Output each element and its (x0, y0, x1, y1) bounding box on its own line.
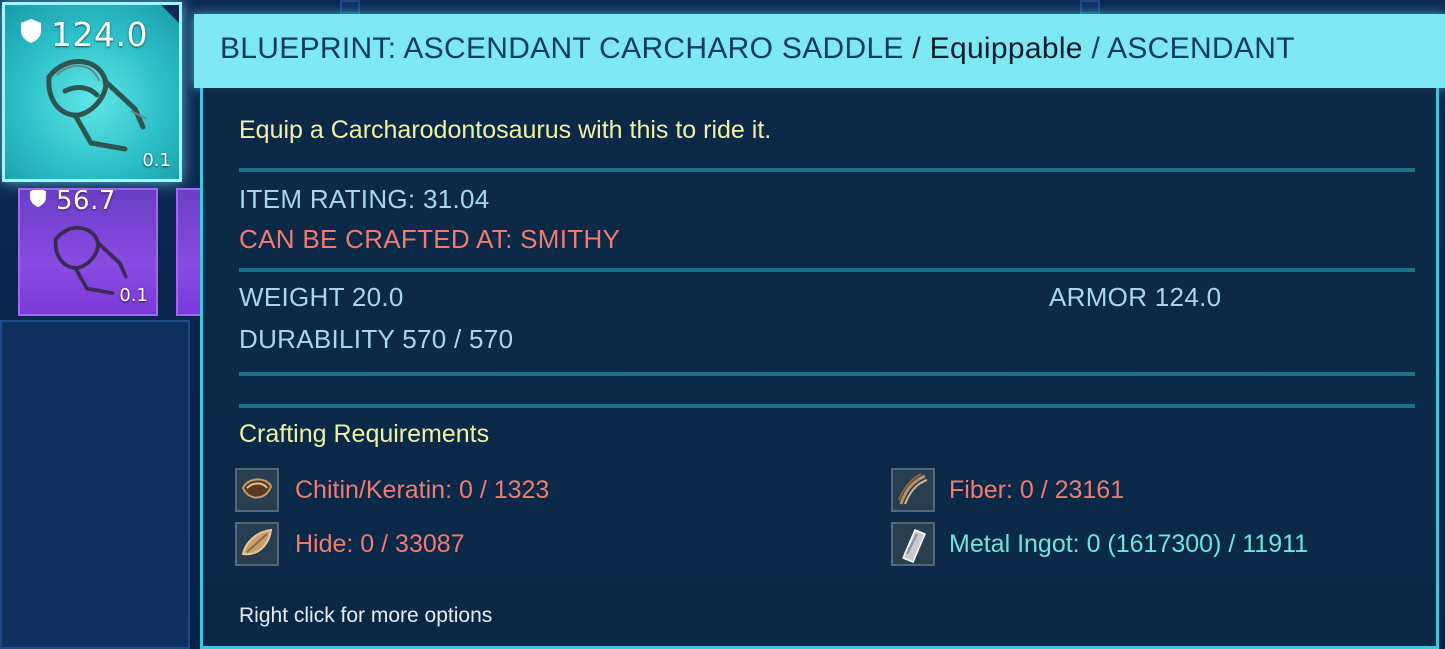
fiber-icon (891, 468, 935, 512)
shield-icon (30, 190, 46, 207)
crafted-at: CAN BE CRAFTED AT: SMITHY (239, 224, 621, 254)
title-separator: / (912, 32, 922, 65)
divider (239, 404, 1415, 408)
slot-weight: 0.1 (119, 285, 148, 306)
item-description: Equip a Carcharodontosaurus with this to… (239, 116, 772, 144)
context-hint: Right click for more options (239, 604, 493, 627)
requirement-metal-ingot: Metal Ingot: 0 (1617300) / 11911 (949, 530, 1309, 558)
metal-ingot-icon (891, 522, 935, 566)
hide-icon (235, 522, 279, 566)
durability-stat: DURABILITY 570 / 570 (239, 324, 514, 354)
title-category: Equippable (929, 32, 1083, 65)
slot-armor-value: 56.7 (56, 188, 116, 216)
item-rating: ITEM RATING: 31.04 (239, 184, 490, 214)
tooltip-title: BLUEPRINT: ASCENDANT CARCHARO SADDLE / E… (220, 32, 1295, 66)
chitin-icon (235, 468, 279, 512)
title-quality: ASCENDANT (1107, 32, 1295, 65)
title-name: BLUEPRINT: ASCENDANT CARCHARO SADDLE (220, 32, 904, 65)
divider (239, 168, 1415, 172)
requirement-hide: Hide: 0 / 33087 (295, 530, 465, 558)
requirement-chitin: Chitin/Keratin: 0 / 1323 (295, 476, 550, 504)
tooltip-body: Equip a Carcharodontosaurus with this to… (200, 88, 1439, 649)
title-separator: / (1091, 32, 1101, 65)
bg-cell (340, 0, 360, 14)
saddle-icon (46, 59, 148, 152)
slot-weight: 0.1 (142, 150, 171, 171)
slot-armor-value: 124.0 (51, 15, 148, 54)
inventory-slot-selected[interactable]: 124.0 0.1 (2, 2, 182, 182)
crafting-requirements-title: Crafting Requirements (239, 420, 490, 448)
inventory-slot[interactable]: 56.7 0.1 (18, 188, 158, 316)
bg-cell (1080, 0, 1100, 14)
divider (239, 268, 1415, 272)
armor-stat: ARMOR 124.0 (1049, 282, 1222, 312)
item-tooltip: BLUEPRINT: ASCENDANT CARCHARO SADDLE / E… (194, 14, 1445, 649)
requirement-fiber: Fiber: 0 / 23161 (949, 476, 1125, 504)
shield-icon (21, 19, 41, 43)
tooltip-header: BLUEPRINT: ASCENDANT CARCHARO SADDLE / E… (194, 14, 1445, 88)
divider (239, 372, 1415, 376)
weight-stat: WEIGHT 20.0 (239, 282, 404, 312)
bg-panel-left (0, 320, 190, 649)
